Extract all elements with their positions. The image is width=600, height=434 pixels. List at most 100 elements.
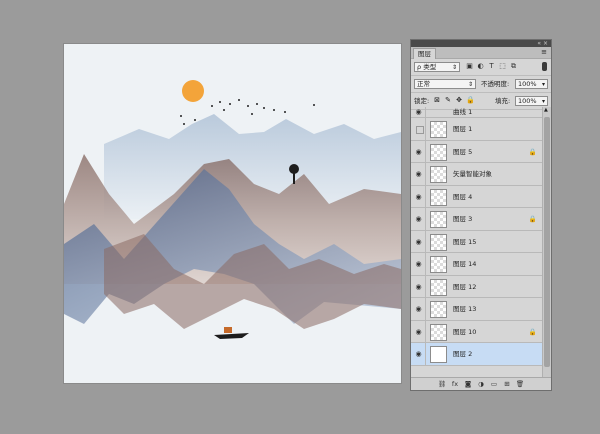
layer-row[interactable]: ◉ 图层 14	[411, 253, 543, 276]
layer-row[interactable]: ◉ 曲线 1	[411, 107, 543, 118]
layer-thumbnail[interactable]	[430, 256, 447, 273]
layer-row[interactable]: ◉ 图层 12	[411, 275, 543, 298]
layer-name[interactable]: 图层 2	[453, 349, 472, 359]
layer-name[interactable]: 图层 12	[453, 282, 476, 292]
layer-row[interactable]: ◉ 矢量智能对象	[411, 163, 543, 186]
layer-name[interactable]: 图层 4	[453, 192, 472, 202]
panel-menu-icon[interactable]: ≡	[541, 48, 547, 57]
layer-row[interactable]: 图层 1	[411, 118, 543, 141]
layer-name[interactable]: 图层 13	[453, 304, 476, 314]
eye-icon[interactable]: ◉	[414, 193, 423, 201]
lock-label: 锁定:	[414, 97, 430, 105]
layer-name[interactable]: 图层 5	[453, 147, 472, 157]
eye-icon[interactable]: ◉	[414, 328, 423, 336]
eye-icon[interactable]: ◉	[414, 215, 423, 223]
new-layer-icon[interactable]: ⊞	[503, 380, 512, 389]
scroll-up-icon[interactable]: ▲	[544, 107, 548, 113]
layer-thumbnail[interactable]	[430, 301, 447, 318]
blend-mode-value: 正常	[417, 80, 430, 88]
eye-icon[interactable]: ◉	[414, 305, 423, 313]
layer-thumbnail[interactable]	[430, 188, 447, 206]
mask-icon[interactable]: ◙	[464, 380, 473, 389]
chevron-updown-icon: ⇕	[451, 64, 457, 71]
divider	[425, 185, 426, 207]
document-canvas[interactable]	[64, 44, 401, 383]
visibility-off-box[interactable]	[416, 126, 424, 134]
lock-icon: 🔒	[528, 327, 537, 336]
layer-name[interactable]: 图层 15	[453, 237, 476, 247]
layer-name[interactable]: 矢量智能对象	[453, 169, 492, 179]
layer-thumbnail[interactable]	[430, 121, 447, 138]
scrollbar-thumb[interactable]	[544, 117, 550, 367]
layer-row[interactable]: ◉ 图层 13	[411, 298, 543, 321]
divider	[425, 107, 426, 117]
lock-paint-icon[interactable]: ✎	[444, 96, 452, 105]
eye-icon[interactable]: ◉	[414, 283, 423, 291]
filter-icons: ▣ ◐ T ⬚ ⧉	[465, 62, 520, 71]
delete-icon[interactable]: 🗑	[516, 380, 525, 389]
chevron-down-icon[interactable]: ▾	[542, 80, 545, 89]
lock-icons: ⊠ ✎ ✥ 🔒	[433, 96, 477, 105]
layer-list: ◉ 曲线 1 图层 1 ◉ 图层 5 🔒 ◉ 矢量智能对象 ◉ 图层 4 ◉ 图层 3 🔒 ◉ 图层 15 ◉…	[411, 107, 543, 379]
opacity-input[interactable]: 100% ▾	[515, 79, 548, 89]
eye-icon[interactable]: ◉	[414, 170, 423, 178]
lock-icon: 🔒	[528, 215, 537, 223]
sun	[182, 80, 204, 102]
layer-row[interactable]: ◉ 图层 5 🔒	[411, 140, 543, 163]
panel-title-bar[interactable]: « ×	[411, 40, 551, 47]
lock-all-icon[interactable]: 🔒	[466, 96, 475, 105]
tab-layers[interactable]: 图层	[413, 48, 436, 59]
image-filter-icon[interactable]: ▣	[465, 62, 474, 71]
fx-icon[interactable]: fx	[451, 380, 460, 389]
layer-row[interactable]: ◉ 图层 3 🔒	[411, 208, 543, 231]
adjustment-icon[interactable]: ◑	[477, 380, 486, 389]
layer-name[interactable]: 图层 1	[453, 124, 472, 134]
divider	[425, 140, 426, 162]
layer-thumbnail[interactable]	[430, 323, 447, 341]
shape-filter-icon[interactable]: ⬚	[498, 62, 507, 71]
link-icon[interactable]: ⛓	[438, 380, 447, 389]
layer-row[interactable]: ◉ 图层 2	[411, 343, 543, 366]
lock-position-icon[interactable]: ✥	[455, 96, 463, 105]
eye-icon[interactable]: ◉	[414, 108, 423, 116]
divider	[425, 298, 426, 320]
layer-list-scrollbar[interactable]: ▲	[542, 107, 551, 379]
divider	[425, 118, 426, 140]
landscape-artwork	[64, 44, 401, 383]
layer-thumbnail[interactable]	[430, 233, 447, 251]
lock-transparent-icon[interactable]: ⊠	[433, 96, 441, 105]
layer-thumbnail[interactable]	[430, 143, 447, 161]
adjustment-filter-icon[interactable]: ◐	[476, 62, 485, 71]
divider	[425, 343, 426, 365]
eye-icon[interactable]: ◉	[414, 350, 423, 358]
layer-row[interactable]: ◉ 图层 4	[411, 185, 543, 208]
type-filter-icon[interactable]: T	[487, 62, 496, 71]
group-icon[interactable]: ▭	[490, 380, 499, 389]
layer-thumbnail[interactable]	[430, 166, 447, 183]
layer-name[interactable]: 曲线 1	[453, 107, 472, 117]
layer-name[interactable]: 图层 14	[453, 259, 476, 269]
eye-icon[interactable]: ◉	[414, 260, 423, 268]
panel-footer: ⛓ fx ◙ ◑ ▭ ⊞ 🗑	[411, 377, 551, 390]
filter-kind-select[interactable]: ρ 类型 ⇕	[414, 62, 460, 72]
layer-row[interactable]: ◉ 图层 10 🔒	[411, 320, 543, 343]
layer-thumbnail[interactable]	[430, 211, 447, 228]
opacity-label: 不透明度:	[481, 80, 510, 88]
layers-panel: « × 图层 ≡ ρ 类型 ⇕ ▣ ◐ T ⬚ ⧉ 正常 ⇕ 不透明度: 100% ▾ …	[410, 39, 552, 391]
chevron-down-icon[interactable]: ▾	[542, 97, 545, 106]
fill-label: 填充:	[495, 97, 511, 105]
layer-thumbnail[interactable]	[430, 346, 447, 363]
layer-name[interactable]: 图层 10	[453, 327, 476, 337]
filter-toggle[interactable]	[542, 62, 547, 71]
layer-row[interactable]: ◉ 图层 15	[411, 230, 543, 253]
fill-value: 100%	[518, 97, 537, 105]
eye-icon[interactable]: ◉	[414, 238, 423, 246]
blend-mode-select[interactable]: 正常 ⇕	[414, 79, 476, 89]
eye-icon[interactable]: ◉	[414, 148, 423, 156]
layer-thumbnail[interactable]	[430, 278, 447, 296]
divider	[425, 208, 426, 230]
fill-input[interactable]: 100% ▾	[515, 96, 548, 106]
layer-name[interactable]: 图层 3	[453, 214, 472, 224]
smart-object-filter-icon[interactable]: ⧉	[509, 62, 518, 71]
divider	[425, 163, 426, 185]
